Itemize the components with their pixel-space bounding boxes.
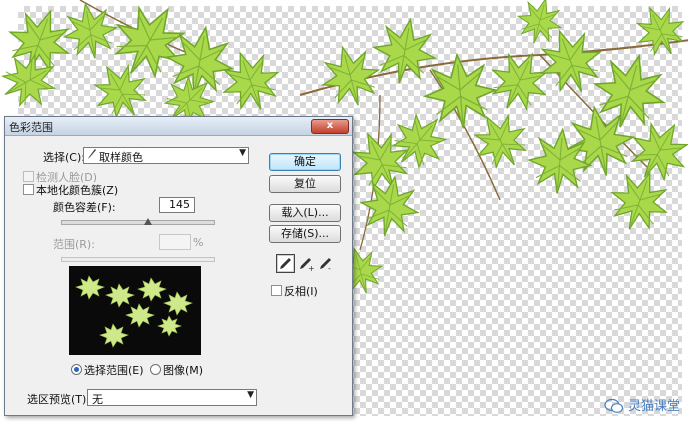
fuzziness-value: 145	[169, 198, 190, 211]
chevron-down-icon: ▼	[239, 148, 246, 158]
close-icon: x	[326, 120, 334, 131]
eyedropper-icon	[280, 258, 291, 269]
eyedropper-tool[interactable]	[276, 254, 295, 273]
color-range-dialog: 色彩范围 x 选择(C): 取样颜色 ▼ 检测人脸(D) 本地化颜色簇(Z) 颜…	[4, 116, 353, 416]
radio-selection[interactable]	[71, 364, 82, 375]
fuzziness-input[interactable]: 145	[159, 197, 195, 213]
ok-button[interactable]: 确定	[269, 153, 341, 171]
select-value: 取样颜色	[99, 151, 143, 164]
radio-image-label: 图像(M)	[163, 364, 204, 377]
eyedropper-subtract-tool[interactable]: -	[316, 254, 335, 273]
close-button[interactable]: x	[311, 119, 349, 134]
chevron-down-icon: ▼	[247, 390, 254, 400]
localized-clusters-label: 本地化颜色簇(Z)	[36, 184, 119, 197]
eyedropper-add-tool[interactable]: +	[296, 254, 315, 273]
watermark-text: 灵猫课堂	[627, 398, 680, 414]
watermark: 灵猫课堂	[604, 395, 680, 415]
range-unit: %	[193, 236, 204, 249]
reset-button[interactable]: 复位	[269, 175, 341, 193]
range-label: 范围(R):	[53, 238, 95, 251]
svg-text:+: +	[308, 264, 314, 272]
svg-text:-: -	[328, 264, 331, 272]
load-button[interactable]: 载入(L)...	[269, 204, 341, 222]
dialog-titlebar[interactable]: 色彩范围 x	[5, 117, 352, 136]
fuzziness-label: 颜色容差(F):	[53, 201, 116, 214]
selection-preview-value: 无	[92, 393, 103, 406]
save-button[interactable]: 存储(S)...	[269, 225, 341, 243]
selection-preview-dropdown[interactable]: 无 ▼	[87, 389, 257, 406]
invert-label: 反相(I)	[284, 285, 318, 298]
detect-faces-checkbox[interactable]	[23, 171, 34, 182]
dialog-title: 色彩范围	[9, 121, 53, 134]
radio-image[interactable]	[150, 364, 161, 375]
range-slider-track[interactable]	[61, 257, 215, 262]
localized-clusters-checkbox[interactable]	[23, 184, 34, 195]
fuzziness-slider-thumb[interactable]	[143, 218, 152, 225]
range-input[interactable]	[159, 234, 191, 250]
radio-selection-label: 选择范围(E)	[84, 364, 144, 377]
selection-preview-label: 选区预览(T):	[27, 393, 91, 406]
wechat-icon	[604, 398, 623, 413]
fuzziness-slider-track[interactable]	[61, 220, 215, 225]
invert-checkbox[interactable]	[271, 285, 282, 296]
select-dropdown[interactable]: 取样颜色 ▼	[83, 147, 249, 164]
eyedropper-small-icon	[87, 148, 97, 164]
eyedropper-minus-icon: -	[320, 258, 331, 273]
selection-preview-thumbnail	[69, 266, 201, 355]
select-label: 选择(C):	[43, 151, 85, 164]
eyedropper-plus-icon: +	[300, 258, 315, 273]
